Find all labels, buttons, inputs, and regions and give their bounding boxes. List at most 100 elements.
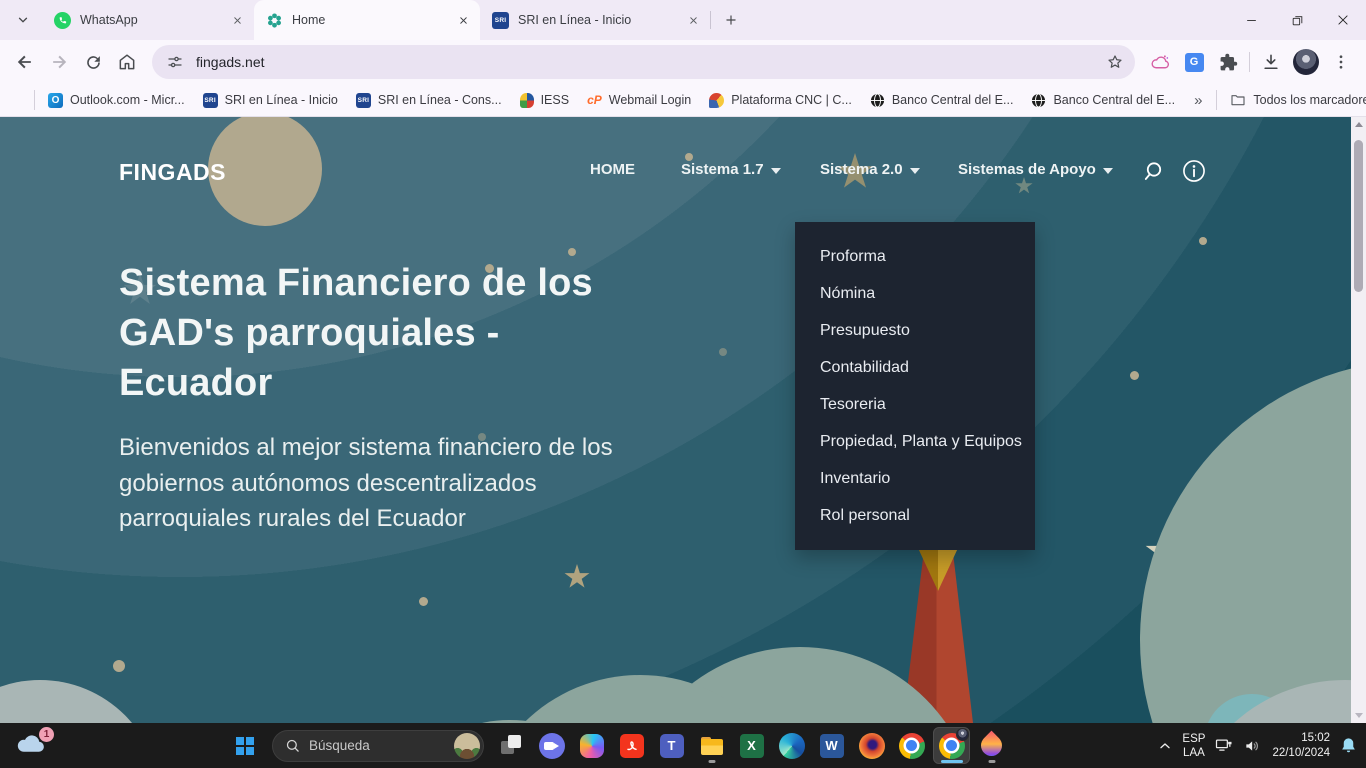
menu-item-proforma[interactable]: Proforma [795,238,1035,275]
forward-icon[interactable] [42,45,76,79]
taskbar-teams[interactable]: T [653,727,690,764]
taskbar-chrome[interactable] [893,727,930,764]
bookmark-cnc[interactable]: Plataforma CNC | C... [700,90,861,111]
copilot-icon [580,734,604,758]
iess-icon [520,93,534,108]
menu-item-presupuesto[interactable]: Presupuesto [795,312,1035,349]
cnc-icon [709,93,724,108]
taskbar-chat[interactable] [533,727,570,764]
bookmarks-divider [1216,90,1217,110]
site-header: FINGADS HOME Sistema 1.7 Sistema 2.0 Sis… [0,117,1351,212]
hero-subtitle: Bienvenidos al mejor sistema financiero … [119,430,613,537]
minimize-button[interactable] [1228,0,1274,40]
profile-avatar[interactable] [1293,49,1319,75]
bookmark-sri-inicio[interactable]: SRI SRI en Línea - Inicio [194,90,347,111]
tab-label: Home [292,13,446,27]
bookmark-webmail[interactable]: cP Webmail Login [578,90,700,110]
tab-close-icon[interactable] [454,11,472,29]
search-placeholder: Búsqueda [309,738,454,753]
acrobat-icon [620,734,644,758]
menu-item-contabilidad[interactable]: Contabilidad [795,349,1035,386]
downloads-icon[interactable] [1254,45,1288,79]
browser-window: WhatsApp Home SRI SRI en Línea - Inicio [0,0,1366,768]
taskbar-clock[interactable]: 15:02 22/10/2024 [1272,731,1330,761]
taskbar-acrobat[interactable] [613,727,650,764]
search-highlight-thumbnail[interactable] [454,733,480,759]
taskbar-file-explorer[interactable] [693,727,730,764]
profile-badge [956,728,969,741]
folder-icon [1230,92,1246,108]
bookmark-banco-central-1[interactable]: Banco Central del E... [861,90,1023,111]
tab-close-icon[interactable] [228,11,246,29]
notifications-bell-icon[interactable] [1339,736,1358,755]
all-bookmarks-folder[interactable]: Todos los marcadores [1221,89,1366,111]
scroll-down-icon[interactable] [1351,708,1366,723]
site-logo[interactable]: FINGADS [119,159,226,186]
menu-item-tesoreria[interactable]: Tesoreria [795,386,1035,423]
globe-icon [870,93,885,108]
tab-sri[interactable]: SRI SRI en Línea - Inicio [480,0,710,40]
taskbar-weather-widget[interactable]: 1 [16,731,50,761]
bookmark-banco-central-2[interactable]: Banco Central del E... [1022,90,1184,111]
outlook-icon: O [48,93,63,108]
menu-item-rol-personal[interactable]: Rol personal [795,497,1035,534]
tray-chevron-up-icon[interactable] [1157,738,1173,754]
whatsapp-favicon [54,12,71,29]
dot-graphic [568,248,576,256]
scroll-up-icon[interactable] [1351,117,1366,132]
taskbar-edge[interactable] [773,727,810,764]
tab-list-chevron-icon[interactable] [10,7,36,33]
new-tab-button[interactable] [717,6,745,34]
fingads-favicon [266,12,283,29]
reload-icon[interactable] [76,45,110,79]
start-button[interactable] [226,727,263,764]
network-icon[interactable] [1214,736,1234,756]
extensions-puzzle-icon[interactable] [1211,45,1245,79]
taskbar-chrome-active[interactable] [933,727,970,764]
bookmark-star-icon[interactable] [1101,48,1129,76]
language-indicator[interactable]: ESP LAA [1182,732,1205,760]
bookmark-outlook[interactable]: O Outlook.com - Micr... [39,90,194,111]
bookmark-iess[interactable]: IESS [511,90,579,111]
bookmark-sri-consultas[interactable]: SRI SRI en Línea - Cons... [347,90,511,111]
tab-whatsapp[interactable]: WhatsApp [42,0,254,40]
nav-sistema-17[interactable]: Sistema 1.7 [681,161,781,178]
search-icon[interactable] [1142,158,1168,184]
tab-home-active[interactable]: Home [254,0,480,40]
chevron-down-icon [910,168,920,174]
search-icon [285,738,300,753]
info-icon[interactable] [1181,158,1207,184]
clock-date: 22/10/2024 [1272,746,1330,761]
scrollbar-thumb[interactable] [1354,140,1363,292]
tab-close-icon[interactable] [684,11,702,29]
url-text[interactable]: fingads.net [196,54,1101,70]
taskbar-paint-app[interactable] [973,727,1010,764]
back-icon[interactable] [8,45,42,79]
translate-extension-icon[interactable]: G [1177,45,1211,79]
nav-sistemas-apoyo[interactable]: Sistemas de Apoyo [958,161,1113,178]
menu-item-propiedad-planta-equipos[interactable]: Propiedad, Planta y Equipos [795,423,1035,460]
volume-icon[interactable] [1243,736,1263,756]
page-scrollbar[interactable] [1351,117,1366,723]
restore-button[interactable] [1274,0,1320,40]
sri-icon: SRI [203,93,218,108]
menu-kebab-icon[interactable] [1324,45,1358,79]
globe-icon [1031,93,1046,108]
gradient-drop-icon [977,731,1007,761]
home-icon[interactable] [110,45,144,79]
task-view-button[interactable] [493,727,530,764]
menu-item-inventario[interactable]: Inventario [795,460,1035,497]
nav-home[interactable]: HOME [590,161,635,178]
taskbar-firefox[interactable] [853,727,890,764]
taskbar-copilot[interactable] [573,727,610,764]
taskbar-excel[interactable]: X [733,727,770,764]
address-bar[interactable]: fingads.net [152,45,1135,79]
dot-graphic [1130,371,1139,380]
taskbar-word[interactable]: W [813,727,850,764]
bookmarks-overflow-chevron[interactable]: » [1184,92,1212,109]
weather-extension-icon[interactable] [1143,45,1177,79]
taskbar-search[interactable]: Búsqueda [272,730,484,762]
close-button[interactable] [1320,0,1366,40]
menu-item-nomina[interactable]: Nómina [795,275,1035,312]
nav-sistema-20[interactable]: Sistema 2.0 [820,161,920,178]
